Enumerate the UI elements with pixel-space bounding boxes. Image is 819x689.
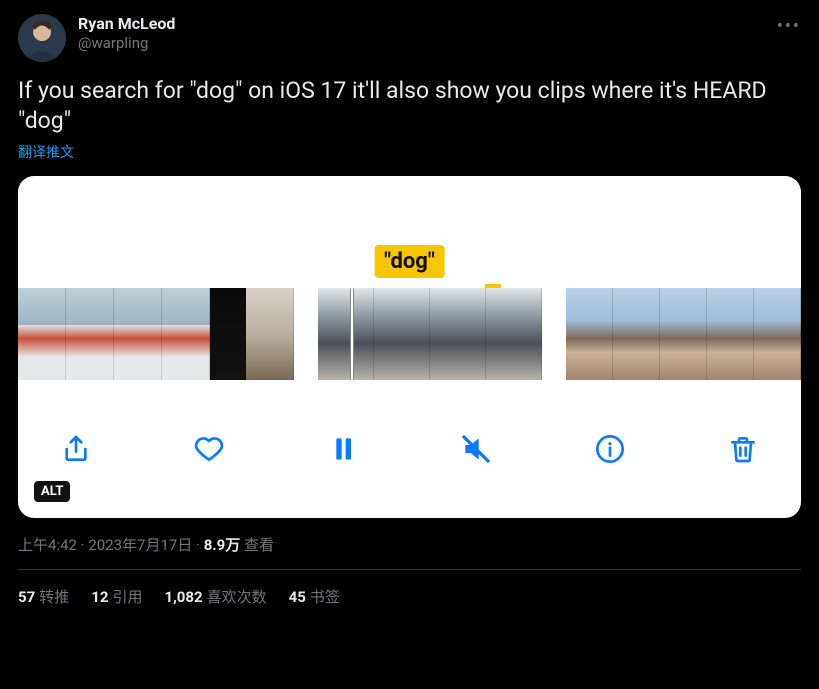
- quote-count: 12: [91, 588, 108, 606]
- film-frame: [162, 288, 210, 380]
- author-names: Ryan McLeod @warpling: [78, 14, 175, 53]
- handle[interactable]: @warpling: [78, 34, 175, 53]
- engagement-row: 57转推 12引用 1,082 喜欢次数 45书签: [18, 570, 801, 623]
- trash-icon[interactable]: [725, 431, 761, 467]
- alt-badge[interactable]: ALT: [34, 481, 70, 502]
- film-frame: [430, 288, 486, 380]
- film-frame: [210, 288, 246, 380]
- bookmark-count: 45: [289, 588, 306, 606]
- like-label: 喜欢次数: [207, 588, 267, 606]
- clip-group-3: [566, 288, 801, 380]
- tweet-text: If you search for "dog" on iOS 17 it'll …: [18, 76, 801, 136]
- film-frame: [660, 288, 707, 380]
- separator: ·: [77, 536, 88, 554]
- film-frame: [66, 288, 114, 380]
- film-frame: [754, 288, 801, 380]
- retweets[interactable]: 57转推: [18, 586, 69, 607]
- views-label: 查看: [240, 536, 274, 554]
- bookmarks[interactable]: 45书签: [289, 586, 340, 607]
- media-top-area: "dog": [18, 176, 801, 288]
- media-attachment[interactable]: "dog": [18, 176, 801, 518]
- video-scrubber-filmstrip[interactable]: [18, 288, 801, 380]
- search-token-label: "dog": [374, 245, 445, 278]
- likes[interactable]: 1,082 喜欢次数: [164, 586, 266, 607]
- film-frame: [566, 288, 613, 380]
- timestamp-time[interactable]: 上午4:42: [18, 536, 77, 554]
- like-count: 1,082: [164, 588, 202, 606]
- pause-icon[interactable]: [325, 431, 361, 467]
- separator: ·: [192, 536, 203, 554]
- playhead[interactable]: [350, 288, 354, 380]
- timestamp-date[interactable]: 2023年7月17日: [88, 536, 192, 554]
- retweet-count: 57: [18, 588, 35, 606]
- mute-icon[interactable]: [458, 431, 494, 467]
- video-toolbar: [18, 380, 801, 518]
- bookmark-label: 书签: [310, 588, 340, 606]
- more-options-icon[interactable]: •••: [777, 14, 801, 37]
- display-name[interactable]: Ryan McLeod: [78, 14, 175, 34]
- view-count: 8.9万: [204, 536, 241, 554]
- clip-group-1: [18, 288, 294, 380]
- film-frame: [486, 288, 542, 380]
- quotes[interactable]: 12引用: [91, 586, 142, 607]
- film-frame: [613, 288, 660, 380]
- film-frame: [18, 288, 66, 380]
- film-frame: [707, 288, 754, 380]
- heart-icon[interactable]: [191, 431, 227, 467]
- avatar[interactable]: [18, 14, 66, 62]
- tweet-header: Ryan McLeod @warpling •••: [18, 14, 801, 62]
- info-icon[interactable]: [592, 431, 628, 467]
- film-frame: [246, 288, 294, 380]
- quote-label: 引用: [112, 588, 142, 606]
- film-frame: [318, 288, 374, 380]
- tweet-meta: 上午4:42 · 2023年7月17日 · 8.9万 查看: [18, 534, 801, 555]
- film-frame: [114, 288, 162, 380]
- film-frame: [374, 288, 430, 380]
- tweet-container: Ryan McLeod @warpling ••• If you search …: [0, 0, 819, 623]
- share-icon[interactable]: [58, 431, 94, 467]
- retweet-label: 转推: [39, 588, 69, 606]
- match-marker: [485, 284, 501, 288]
- translate-link[interactable]: 翻译推文: [18, 142, 801, 162]
